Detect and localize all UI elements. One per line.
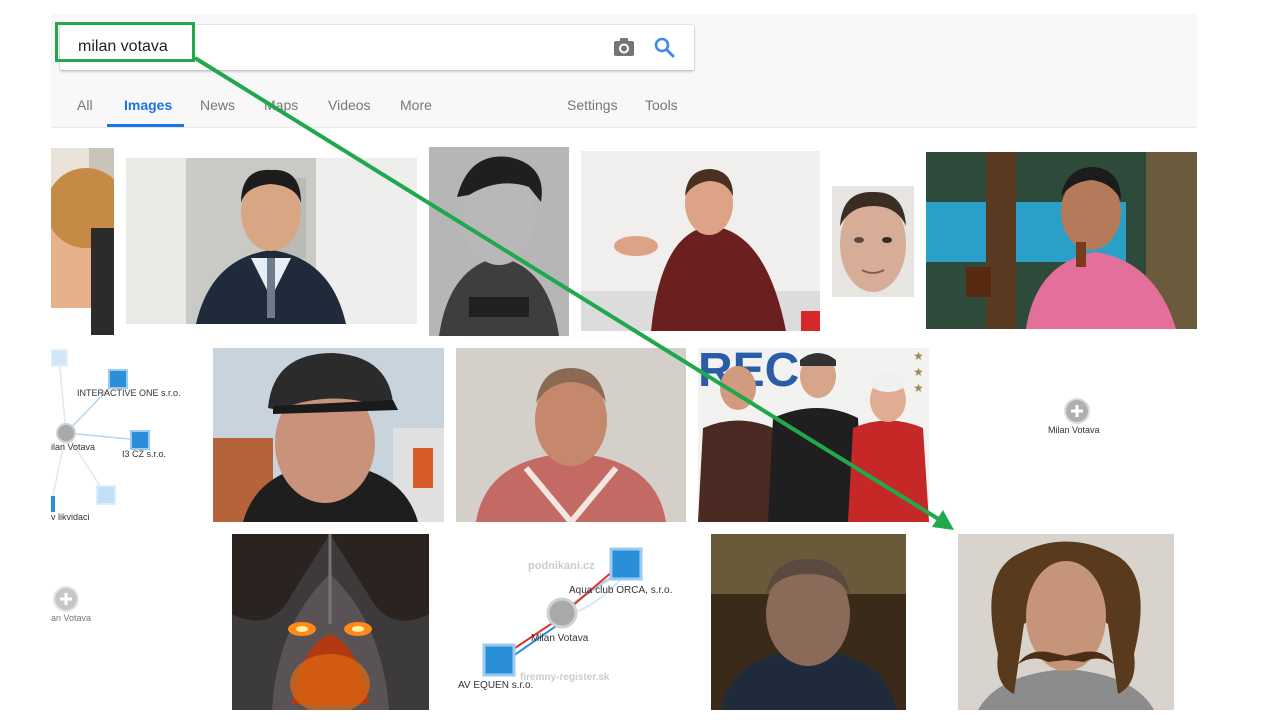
image-result-graph[interactable]: Milan Votava (941, 348, 1196, 522)
svg-text:★: ★ (913, 349, 924, 363)
graph-node-label: v likvidaci (51, 512, 90, 522)
svg-text:★: ★ (913, 381, 924, 395)
image-result[interactable] (213, 348, 444, 522)
image-result[interactable]: REC ★ ★ ★ (698, 348, 929, 522)
watermark: podnikani.cz (528, 560, 595, 572)
image-result[interactable] (232, 534, 429, 710)
image-result-graph[interactable]: podnikani.cz Aqua club ORCA, s.r.o. Mila… (441, 534, 699, 710)
image-result[interactable] (832, 186, 914, 297)
image-result[interactable] (126, 158, 417, 324)
graph-node-label: Aqua club ORCA, s.r.o. (569, 585, 673, 596)
image-result[interactable] (958, 534, 1174, 710)
tab-more[interactable]: More (400, 97, 432, 113)
tab-tools[interactable]: Tools (645, 97, 678, 113)
screenshot-stage: milan votava All Images News Maps Videos… (0, 0, 1280, 720)
tab-maps[interactable]: Maps (264, 97, 298, 113)
image-result[interactable] (429, 147, 569, 336)
graph-node-label: INTERACTIVE ONE s.r.o. (77, 388, 181, 398)
graph-node-label: an Votava (51, 613, 92, 623)
annotation-highlight-box (55, 22, 195, 62)
tab-all[interactable]: All (77, 97, 93, 113)
svg-text:★: ★ (913, 365, 924, 379)
graph-node-label: I3 CZ s.r.o. (122, 449, 167, 459)
graph-node-label: ilan Votava (51, 442, 96, 452)
image-result-graph[interactable]: INTERACTIVE ONE s.r.o. ilan Votava I3 CZ… (51, 348, 196, 522)
graph-node-label: Milan Votava (1048, 425, 1100, 435)
image-result[interactable] (711, 534, 906, 710)
image-result-graph[interactable]: an Votava (51, 534, 221, 710)
image-result[interactable] (926, 152, 1197, 329)
tab-settings[interactable]: Settings (567, 97, 618, 113)
image-result[interactable] (51, 148, 114, 335)
tab-images[interactable]: Images (124, 97, 172, 113)
image-result[interactable] (456, 348, 686, 522)
watermark: firemny-register.sk (520, 672, 610, 683)
tab-videos[interactable]: Videos (328, 97, 371, 113)
camera-icon[interactable] (613, 37, 635, 57)
tab-news[interactable]: News (200, 97, 235, 113)
active-tab-indicator (107, 124, 184, 127)
image-result[interactable] (581, 151, 820, 331)
graph-node-label: Milan Votava (531, 633, 589, 644)
search-icon[interactable] (653, 36, 675, 58)
